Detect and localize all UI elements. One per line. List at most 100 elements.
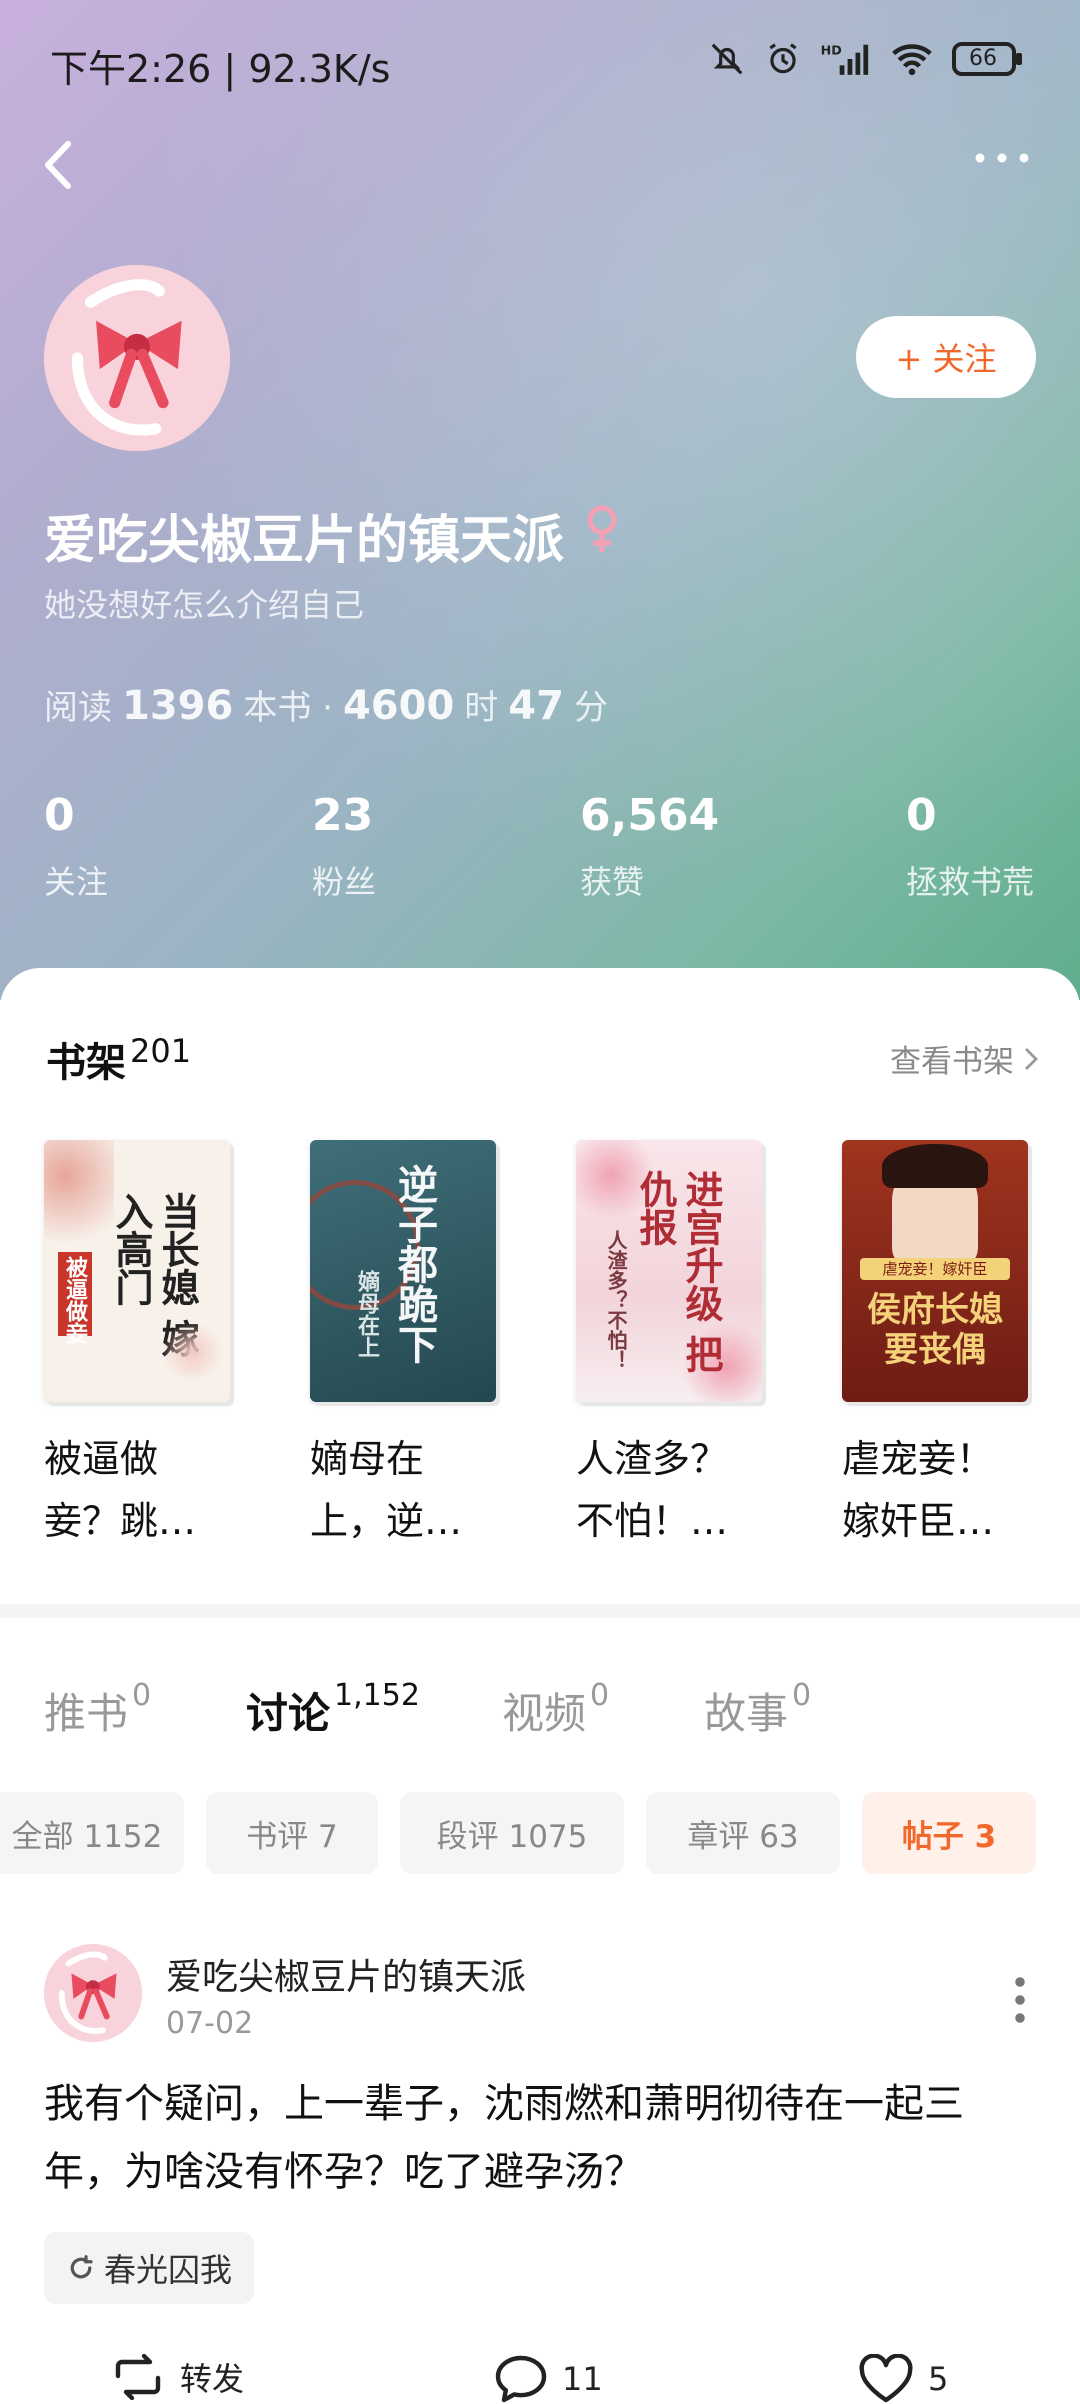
ellipsis-icon: [975, 153, 1029, 163]
cover-title: 进宫升级 把仇报: [633, 1170, 723, 1374]
avatar[interactable]: [44, 265, 230, 451]
like-count: 5: [928, 2360, 949, 2398]
chip-label: 全部 1152: [11, 1818, 163, 1855]
profile-name: 爱吃尖椒豆片的镇天派: [44, 511, 565, 571]
tab-count: 0: [792, 1678, 812, 1713]
book-cover: 进宫升级 把仇报 人渣多？不怕！: [576, 1140, 762, 1402]
repost-icon: [115, 2354, 161, 2400]
tab-video[interactable]: 视频 0: [502, 1678, 609, 1741]
like-button[interactable]: 5: [858, 2354, 948, 2404]
comment-count: 11: [562, 2360, 603, 2398]
chevron-left-icon: [45, 141, 71, 189]
cover-subtitle: 被逼做妾: [62, 1256, 87, 1344]
wifi-icon: [890, 40, 934, 78]
chip-book-reviews[interactable]: 书评 7: [206, 1792, 378, 1874]
tab-count: 1,152: [334, 1678, 420, 1713]
profile-bio: 她没想好怎么介绍自己: [44, 586, 365, 624]
chip-chapter-reviews[interactable]: 章评 63: [646, 1792, 840, 1874]
book-title: 被逼做妾？跳…: [44, 1437, 197, 1543]
topic-label: 春光囚我: [104, 2251, 233, 2289]
stat-value: 0: [906, 790, 937, 841]
female-icon: [582, 504, 622, 567]
stat-label: 粉丝: [312, 863, 377, 901]
topic-loop-icon: [70, 2255, 93, 2279]
stat-label: 拯救书荒: [906, 863, 1035, 901]
chip-paragraph-reviews[interactable]: 段评 1075: [400, 1792, 624, 1874]
svg-text:HD: HD: [821, 42, 842, 57]
chip-all[interactable]: 全部 1152: [0, 1792, 184, 1874]
tab-discussion[interactable]: 讨论 1,152: [246, 1678, 420, 1741]
stat-value: 23: [312, 790, 374, 841]
cover-subtitle: 人渣多？不怕！: [604, 1230, 628, 1370]
bookshelf-title: 书架 201: [46, 1030, 191, 1088]
stat-likes[interactable]: 6,564 获赞: [580, 790, 719, 903]
reading-prefix: 阅读: [44, 688, 112, 728]
mute-icon: [708, 40, 746, 78]
battery-icon: 66: [952, 42, 1024, 76]
book-cover: 虐宠妾！嫁奸臣 侯府长媳 要丧偶: [842, 1140, 1028, 1402]
alarm-icon: [764, 40, 802, 78]
reading-stats: 阅读 1396 本书 · 4600 时 47 分: [44, 680, 608, 729]
section-divider: [0, 1604, 1080, 1618]
reading-hours: 4600: [342, 683, 455, 729]
chip-label: 段评 1075: [436, 1818, 588, 1855]
post-more-button[interactable]: [1014, 1976, 1026, 2028]
cover-subtitle: 虐宠妾！嫁奸臣: [882, 1260, 988, 1278]
chip-posts[interactable]: 帖子 3: [862, 1792, 1036, 1874]
back-button[interactable]: [40, 138, 76, 196]
repost-button[interactable]: 转发: [110, 2354, 244, 2400]
stat-following[interactable]: 0 关注: [44, 790, 108, 903]
bookshelf-count: 201: [130, 1032, 192, 1070]
tab-label: 讨论: [246, 1689, 331, 1738]
stat-label: 关注: [44, 863, 109, 901]
reading-minutes: 47: [508, 683, 564, 729]
hd-signal-icon: HD: [820, 40, 872, 78]
cover-subtitle: 嫡母在上: [354, 1270, 379, 1358]
chip-label: 书评 7: [246, 1818, 338, 1855]
vertical-ellipsis-icon: [1015, 1977, 1025, 2023]
cover-title: 侯府长媳 要丧偶: [867, 1290, 1003, 1370]
book-item[interactable]: 逆子都跪下 嫡母在上 嫡母在上，逆…: [310, 1140, 500, 1552]
tab-story[interactable]: 故事 0: [704, 1678, 812, 1741]
status-bar-icons: HD 66: [708, 40, 1024, 78]
follow-button-label: + 关注: [895, 340, 997, 378]
books-unit: 本书 ·: [243, 688, 333, 728]
cover-title: 逆子都跪下: [391, 1164, 437, 1364]
heart-icon: [859, 2354, 913, 2403]
chip-label: 章评 63: [687, 1818, 799, 1855]
post-body[interactable]: 我有个疑问，上一辈子，沈雨燃和萧明彻待在一起三年，为啥没有怀孕？吃了避孕汤？: [44, 2070, 1034, 2206]
comment-button[interactable]: 11: [494, 2354, 603, 2404]
post-date: 07-02: [166, 2006, 254, 2041]
books-read-count: 1396: [122, 683, 234, 729]
post-author-avatar[interactable]: [44, 1944, 142, 2042]
hours-unit: 时: [464, 688, 499, 728]
chip-label: 帖子 3: [901, 1818, 997, 1855]
more-options-button[interactable]: [974, 150, 1030, 169]
view-bookshelf-label: 查看书架: [890, 1044, 1014, 1080]
follow-button[interactable]: + 关注: [856, 316, 1036, 398]
minutes-unit: 分: [573, 688, 608, 728]
tab-label: 故事: [704, 1689, 789, 1738]
status-bar-time: 下午2:26 | 92.3K/s: [50, 47, 391, 91]
stat-value: 0: [44, 790, 75, 841]
chevron-right-icon: [1025, 1047, 1038, 1070]
stat-value: 6,564: [580, 790, 720, 841]
book-item[interactable]: 进宫升级 把仇报 人渣多？不怕！ 人渣多？不怕！…: [576, 1140, 766, 1552]
stat-followers[interactable]: 23 粉丝: [312, 790, 376, 903]
book-cover: 逆子都跪下 嫡母在上: [310, 1140, 496, 1402]
bookshelf-label: 书架: [46, 1040, 126, 1086]
profile-name-row: 爱吃尖椒豆片的镇天派: [44, 498, 622, 573]
comment-icon: [495, 2355, 547, 2403]
book-item[interactable]: 虐宠妾！嫁奸臣 侯府长媳 要丧偶 虐宠妾！嫁奸臣…: [842, 1140, 1032, 1552]
bow-avatar-icon: [44, 265, 230, 451]
stat-book-rescue[interactable]: 0 拯救书荒: [906, 790, 1034, 903]
tab-label: 视频: [502, 1689, 587, 1738]
tab-count: 0: [132, 1678, 152, 1713]
post-author-name[interactable]: 爱吃尖椒豆片的镇天派: [166, 1948, 526, 2000]
book-title: 人渣多？不怕！…: [576, 1437, 729, 1543]
tab-recommend[interactable]: 推书 0: [44, 1678, 152, 1741]
view-bookshelf-link[interactable]: 查看书架: [890, 1036, 1038, 1081]
book-cover: 被逼做妾 当长媳 嫁入高门: [44, 1140, 230, 1402]
book-item[interactable]: 被逼做妾 当长媳 嫁入高门 被逼做妾？跳…: [44, 1140, 234, 1552]
post-topic-tag[interactable]: 春光囚我: [44, 2232, 255, 2304]
